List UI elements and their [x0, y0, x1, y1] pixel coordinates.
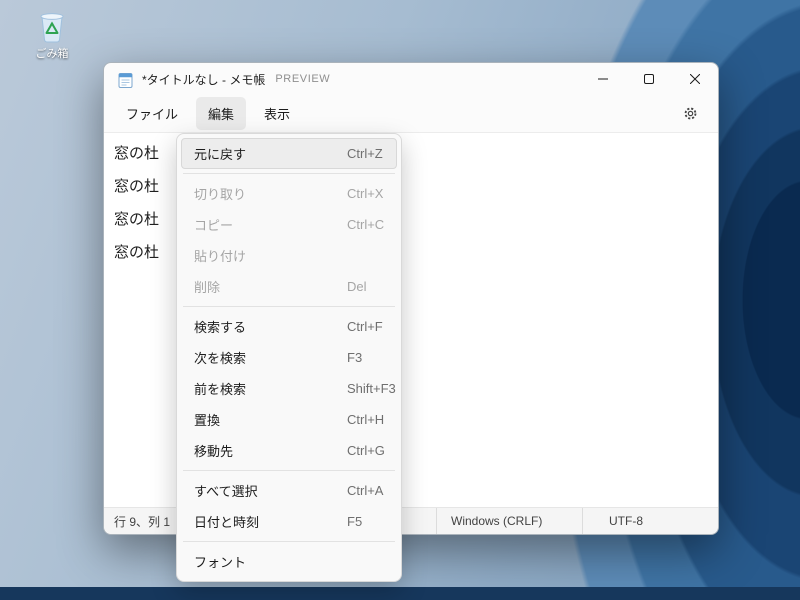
title-bar[interactable]: *タイトルなし - メモ帳 PREVIEW: [104, 63, 718, 95]
recycle-bin-label: ごみ箱: [35, 48, 69, 60]
edit-menu-item-find-next[interactable]: 次を検索 F3: [181, 342, 397, 373]
menu-item-label: 検索する: [194, 320, 247, 335]
menu-item-shortcut: Ctrl+Z: [347, 146, 383, 161]
edit-menu-item-undo[interactable]: 元に戻す Ctrl+Z: [181, 138, 397, 169]
menu-item-shortcut: Ctrl+A: [347, 483, 384, 498]
menu-item-shortcut: Ctrl+F: [347, 319, 383, 334]
menu-view[interactable]: 表示: [252, 97, 302, 130]
edit-menu-item-find[interactable]: 検索する Ctrl+F: [181, 311, 397, 342]
menu-item-label: 元に戻す: [194, 147, 247, 162]
menu-item-label: 貼り付け: [194, 249, 247, 264]
edit-menu-item-date-time[interactable]: 日付と時刻 F5: [181, 506, 397, 537]
window-title: *タイトルなし - メモ帳: [142, 72, 266, 87]
menu-item-label: 前を検索: [194, 382, 247, 397]
edit-menu-item-cut: 切り取り Ctrl+X: [181, 178, 397, 209]
menu-item-label: コピー: [194, 218, 234, 233]
menu-separator: [183, 470, 395, 471]
close-button[interactable]: [672, 63, 718, 95]
taskbar[interactable]: [0, 587, 800, 600]
notepad-window: *タイトルなし - メモ帳 PREVIEW ファイル 編集 表示 窓の杜 窓の杜…: [103, 62, 719, 582]
preview-badge: PREVIEW: [275, 73, 331, 85]
menu-separator: [183, 306, 395, 307]
menu-item-shortcut: Ctrl+C: [347, 217, 385, 232]
menu-separator: [183, 541, 395, 542]
menu-item-shortcut: F5: [347, 514, 363, 529]
menu-item-label: 移動先: [194, 444, 234, 459]
minimize-icon: [598, 78, 608, 80]
close-icon: [690, 74, 700, 84]
menu-item-shortcut: Ctrl+X: [347, 186, 384, 201]
edit-menu-item-delete: 削除 Del: [181, 271, 397, 302]
menu-item-label: 削除: [194, 280, 221, 295]
edit-menu-dropdown: 元に戻す Ctrl+Z 切り取り Ctrl+X コピー Ctrl+C 貼り付け削除 Del 検索…: [176, 133, 402, 582]
minimize-button[interactable]: [580, 63, 626, 95]
menu-bar: ファイル 編集 表示: [104, 95, 718, 133]
menu-item-shortcut: Del: [347, 279, 367, 294]
edit-menu-item-replace[interactable]: 置換 Ctrl+H: [181, 404, 397, 435]
notepad-app-icon: [118, 72, 133, 88]
edit-menu-item-paste: 貼り付け: [181, 240, 397, 271]
edit-menu-item-find-previous[interactable]: 前を検索 Shift+F3: [181, 373, 397, 404]
maximize-button[interactable]: [626, 63, 672, 95]
menu-file[interactable]: ファイル: [114, 97, 190, 130]
gear-icon: [684, 107, 696, 120]
desktop: ごみ箱 *タイトルなし - メモ帳 PREVIEW ファイル 編集 表示 窓の杜…: [0, 0, 800, 600]
menu-item-label: すべて選択: [194, 484, 258, 499]
edit-menu-item-select-all[interactable]: すべて選択 Ctrl+A: [181, 475, 397, 506]
menu-item-shortcut: Ctrl+H: [347, 412, 385, 427]
edit-menu-item-font[interactable]: フォント: [181, 546, 397, 577]
settings-button[interactable]: [670, 106, 710, 121]
menu-item-label: 置換: [194, 413, 221, 428]
encoding-indicator: UTF-8: [582, 508, 718, 534]
edit-menu-item-go-to[interactable]: 移動先 Ctrl+G: [181, 435, 397, 466]
menu-item-label: フォント: [194, 555, 247, 570]
recycle-bin-icon: [40, 13, 64, 43]
menu-item-shortcut: Shift+F3: [347, 381, 396, 396]
recycle-bin-shortcut[interactable]: ごみ箱: [26, 8, 78, 61]
menu-item-shortcut: F3: [347, 350, 363, 365]
menu-separator: [183, 173, 395, 174]
maximize-icon: [644, 74, 654, 84]
menu-item-shortcut: Ctrl+G: [347, 443, 385, 458]
menu-item-label: 次を検索: [194, 351, 247, 366]
edit-menu-item-copy: コピー Ctrl+C: [181, 209, 397, 240]
menu-edit[interactable]: 編集: [196, 97, 247, 130]
menu-item-label: 切り取り: [194, 187, 247, 202]
menu-item-label: 日付と時刻: [194, 515, 260, 530]
menu-bar-items: ファイル 編集 表示: [112, 97, 302, 130]
line-ending-indicator: Windows (CRLF): [436, 508, 582, 534]
caption-buttons: [580, 63, 718, 95]
